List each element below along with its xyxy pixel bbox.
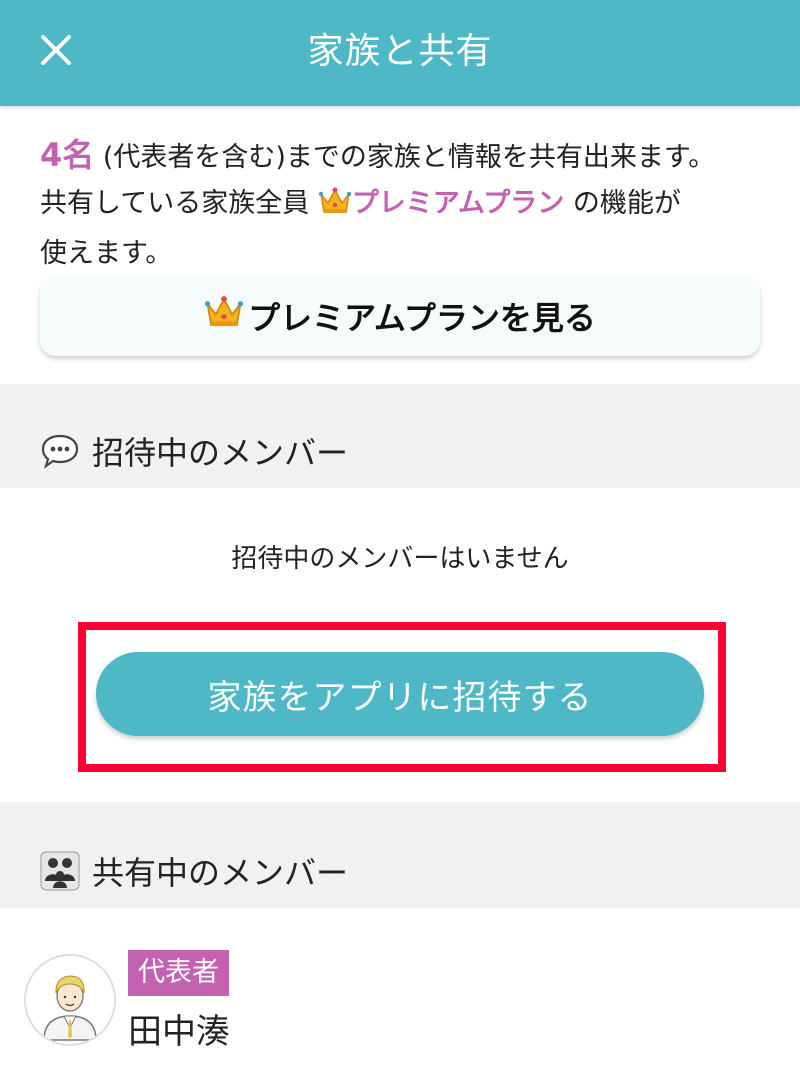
crown-icon bbox=[204, 294, 244, 338]
avatar-man-icon bbox=[26, 956, 114, 1044]
family-icon bbox=[40, 851, 80, 891]
member-name: 田中湊 bbox=[128, 1012, 230, 1052]
page-title: 家族と共有 bbox=[307, 31, 493, 72]
app-header: 家族と共有 bbox=[0, 0, 800, 106]
intro-line-2-post: の機能が bbox=[564, 188, 681, 219]
view-premium-plan-label: プレミアムプランを見る bbox=[248, 299, 596, 337]
intro-text: 4名 (代表者を含む)までの家族と情報を共有出来ます。 共有している家族全員 プ… bbox=[40, 132, 780, 277]
crown-icon bbox=[318, 185, 352, 231]
view-premium-plan-button[interactable]: プレミアムプランを見る bbox=[40, 276, 760, 356]
no-invited-members-text: 招待中のメンバーはいません bbox=[231, 544, 569, 574]
sharing-section-title: 共有中のメンバー bbox=[40, 848, 348, 894]
intro-line-2-pre: 共有している家族全員 bbox=[40, 188, 318, 219]
intro-line-2: 共有している家族全員 プレミアムプラン の機能が bbox=[40, 181, 780, 231]
intro-line-1-text: (代表者を含む)までの家族と情報を共有出来ます。 bbox=[94, 142, 716, 173]
member-limit: 4名 bbox=[40, 136, 95, 174]
premium-plan-link: プレミアムプラン bbox=[351, 188, 565, 219]
speech-bubble-icon bbox=[41, 434, 79, 469]
invite-family-button[interactable]: 家族をアプリに招待する bbox=[96, 652, 704, 736]
intro-line-1: 4名 (代表者を含む)までの家族と情報を共有出来ます。 bbox=[40, 132, 780, 181]
representative-badge: 代表者 bbox=[128, 950, 229, 996]
intro-line-3: 使えます。 bbox=[40, 238, 173, 269]
avatar bbox=[24, 954, 116, 1046]
sharing-section-label: 共有中のメンバー bbox=[92, 854, 349, 892]
invited-section-title: 招待中のメンバー bbox=[40, 428, 348, 474]
invited-section-label: 招待中のメンバー bbox=[92, 434, 349, 472]
